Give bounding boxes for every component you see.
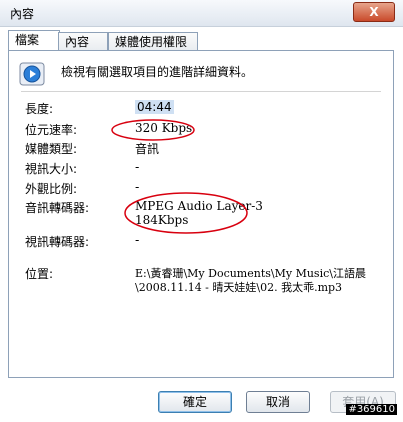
button-bar: 確定 取消 套用(A) — [0, 382, 403, 422]
ok-button[interactable]: 確定 — [158, 391, 232, 413]
annotation-overlay — [111, 119, 248, 234]
close-icon: X — [369, 5, 379, 19]
title-bar: 內容 X — [0, 0, 403, 27]
details-panel: 檢視有關選取項目的進階詳細資料。 長度: 04:44 位元速率: 320 Kbp… — [8, 50, 394, 378]
annotation-ellipse-codec — [124, 192, 248, 234]
tab-content[interactable]: 內容 — [58, 32, 108, 51]
cancel-button[interactable]: 取消 — [246, 391, 310, 413]
watermark: #369610 — [346, 404, 397, 415]
tab-bar: 檔案 內容 媒體使用權限 — [8, 30, 388, 52]
tab-media-rights[interactable]: 媒體使用權限 — [108, 32, 198, 51]
close-button[interactable]: X — [353, 2, 395, 22]
annotation-ellipse-bitrate — [111, 119, 195, 141]
tab-file[interactable]: 檔案 — [8, 30, 60, 52]
window-title: 內容 — [10, 7, 35, 21]
